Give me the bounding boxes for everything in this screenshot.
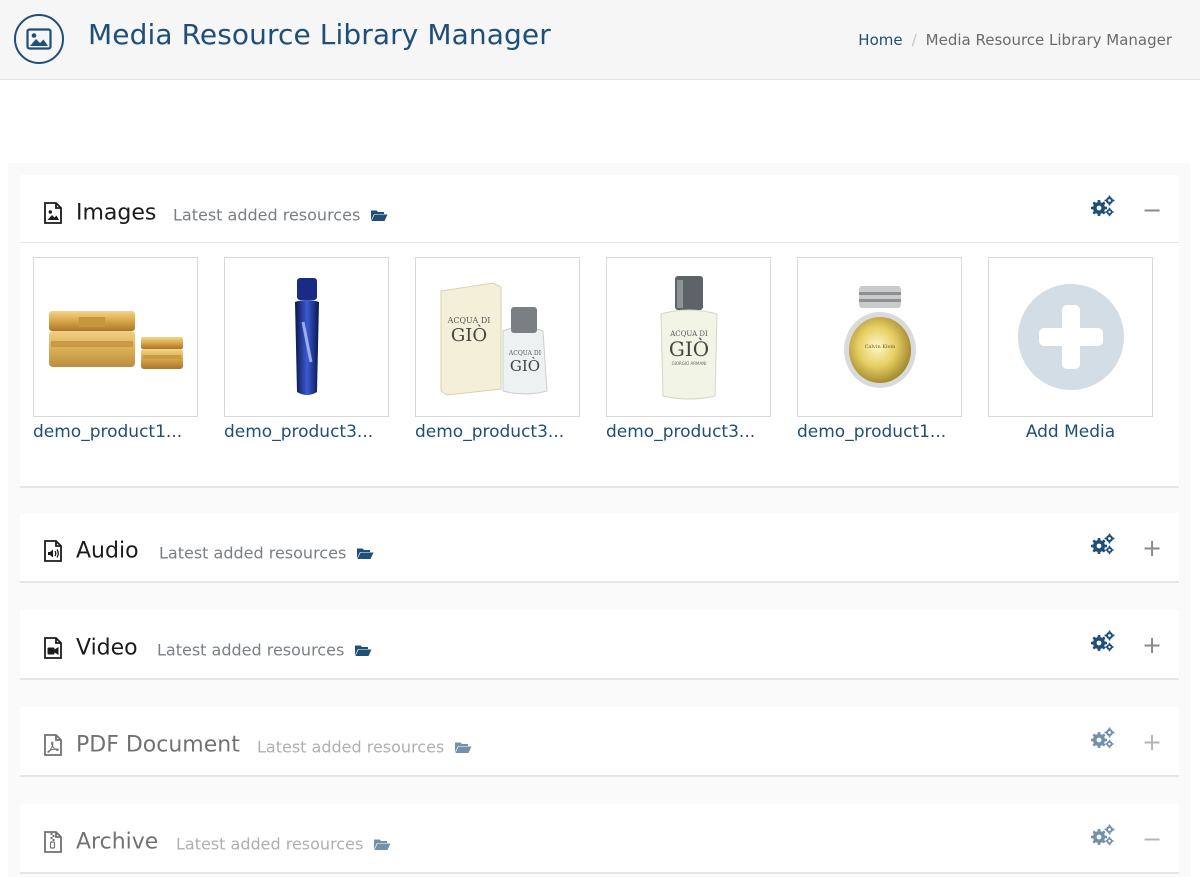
gold-perfume-bottle-thumbnail[interactable]: Calvin Klein [797, 257, 962, 417]
svg-text:GIÒ: GIÒ [450, 323, 486, 346]
folder-open-icon[interactable] [356, 547, 374, 560]
settings-gears-icon[interactable] [1090, 824, 1116, 850]
panel-title: PDF Document [76, 732, 240, 758]
add-media-label[interactable]: Add Media [988, 422, 1153, 442]
panel-title: Video [76, 635, 138, 661]
media-tile[interactable]: Calvin Klein demo_product1... [797, 257, 962, 442]
expand-toggle[interactable]: + [1142, 728, 1162, 756]
svg-text:GIORGIO ARMANI: GIORGIO ARMANI [671, 361, 706, 366]
top-header: Media Resource Library Manager Home / Me… [0, 0, 1200, 80]
panel-images-header[interactable]: Images Latest added resources − [20, 175, 1179, 243]
panel-subtitle: Latest added resources [257, 738, 472, 757]
panel-subtitle-text: Latest added resources [257, 737, 445, 757]
media-caption[interactable]: demo_product3... [415, 422, 580, 442]
file-archive-icon [43, 831, 63, 857]
plus-circle-icon [1017, 284, 1124, 390]
media-caption[interactable]: demo_product3... [224, 422, 389, 442]
cream-jars-thumbnail[interactable] [33, 257, 198, 417]
panel-title: Images [76, 200, 157, 226]
panel-subtitle-text: Latest added resources [173, 205, 361, 225]
panel-audio: Audio Latest added resources + [20, 513, 1179, 583]
panel-archive-header[interactable]: Archive Latest added resources − [20, 804, 1179, 872]
folder-open-icon[interactable] [370, 209, 388, 222]
breadcrumb-separator: / [911, 31, 917, 49]
panel-subtitle-text: Latest added resources [176, 834, 364, 854]
settings-gears-icon[interactable] [1090, 727, 1116, 753]
acqua-di-gio-bottle-thumbnail[interactable]: ACQUA DI GIÒ GIORGIO ARMANI [606, 257, 771, 417]
panel-subtitle: Latest added resources [159, 544, 374, 563]
panel-pdf-document: PDF Document Latest added resources + [20, 707, 1179, 777]
folder-open-icon[interactable] [454, 741, 472, 754]
expand-toggle[interactable]: + [1142, 631, 1162, 659]
breadcrumb-home-link[interactable]: Home [858, 31, 902, 49]
acqua-di-gio-box-thumbnail[interactable]: ACQUA DI GIÒ ACQUA DI GIÒ [415, 257, 580, 417]
page-title: Media Resource Library Manager [88, 18, 551, 51]
media-caption[interactable]: demo_product3... [606, 422, 771, 442]
folder-open-icon[interactable] [354, 644, 372, 657]
media-caption[interactable]: demo_product1... [33, 422, 198, 442]
panel-subtitle: Latest added resources [157, 641, 372, 660]
breadcrumb: Home / Media Resource Library Manager [858, 31, 1172, 49]
file-video-icon [43, 637, 63, 663]
panel-video-header[interactable]: Video Latest added resources + [20, 610, 1179, 678]
panel-subtitle: Latest added resources [173, 206, 388, 225]
image-icon [14, 14, 64, 64]
breadcrumb-current: Media Resource Library Manager [925, 31, 1172, 49]
media-caption[interactable]: demo_product1... [797, 422, 962, 442]
main-content: Images Latest added resources − demo_pro… [8, 163, 1190, 877]
svg-text:ACQUA DI: ACQUA DI [446, 316, 490, 325]
svg-text:ACQUA DI: ACQUA DI [507, 350, 541, 357]
svg-text:GIÒ: GIÒ [668, 336, 708, 361]
svg-text:GIÒ: GIÒ [509, 357, 539, 375]
file-audio-icon [43, 540, 63, 566]
panel-video: Video Latest added resources + [20, 610, 1179, 680]
panel-subtitle: Latest added resources [176, 835, 391, 854]
settings-gears-icon[interactable] [1090, 533, 1116, 559]
add-media-tile[interactable]: Add Media [988, 257, 1153, 442]
panel-pdf-header[interactable]: PDF Document Latest added resources + [20, 707, 1179, 775]
folder-open-icon[interactable] [373, 838, 391, 851]
media-grid: demo_product1... demo_product3... ACQUA … [20, 243, 1179, 483]
file-pdf-icon [43, 734, 63, 760]
svg-text:Calvin Klein: Calvin Klein [864, 344, 896, 350]
file-image-icon [43, 202, 63, 228]
media-tile[interactable]: ACQUA DI GIÒ ACQUA DI GIÒ demo_product3.… [415, 257, 580, 442]
panel-title: Audio [76, 538, 139, 564]
panel-audio-header[interactable]: Audio Latest added resources + [20, 513, 1179, 581]
settings-gears-icon[interactable] [1090, 630, 1116, 656]
panel-images: Images Latest added resources − demo_pro… [20, 175, 1179, 488]
settings-gears-icon[interactable] [1090, 195, 1116, 221]
media-tile[interactable]: demo_product1... [33, 257, 198, 442]
panel-archive: Archive Latest added resources − [20, 804, 1179, 874]
panel-title: Archive [76, 829, 159, 855]
expand-toggle[interactable]: + [1142, 534, 1162, 562]
add-media-button[interactable] [988, 257, 1153, 417]
blue-perfume-bottle-thumbnail[interactable] [224, 257, 389, 417]
media-tile[interactable]: demo_product3... [224, 257, 389, 442]
collapse-toggle[interactable]: − [1142, 825, 1162, 853]
media-tile[interactable]: ACQUA DI GIÒ GIORGIO ARMANI demo_product… [606, 257, 771, 442]
panel-subtitle-text: Latest added resources [159, 543, 347, 563]
panel-subtitle-text: Latest added resources [157, 640, 345, 660]
collapse-toggle[interactable]: − [1142, 196, 1162, 224]
